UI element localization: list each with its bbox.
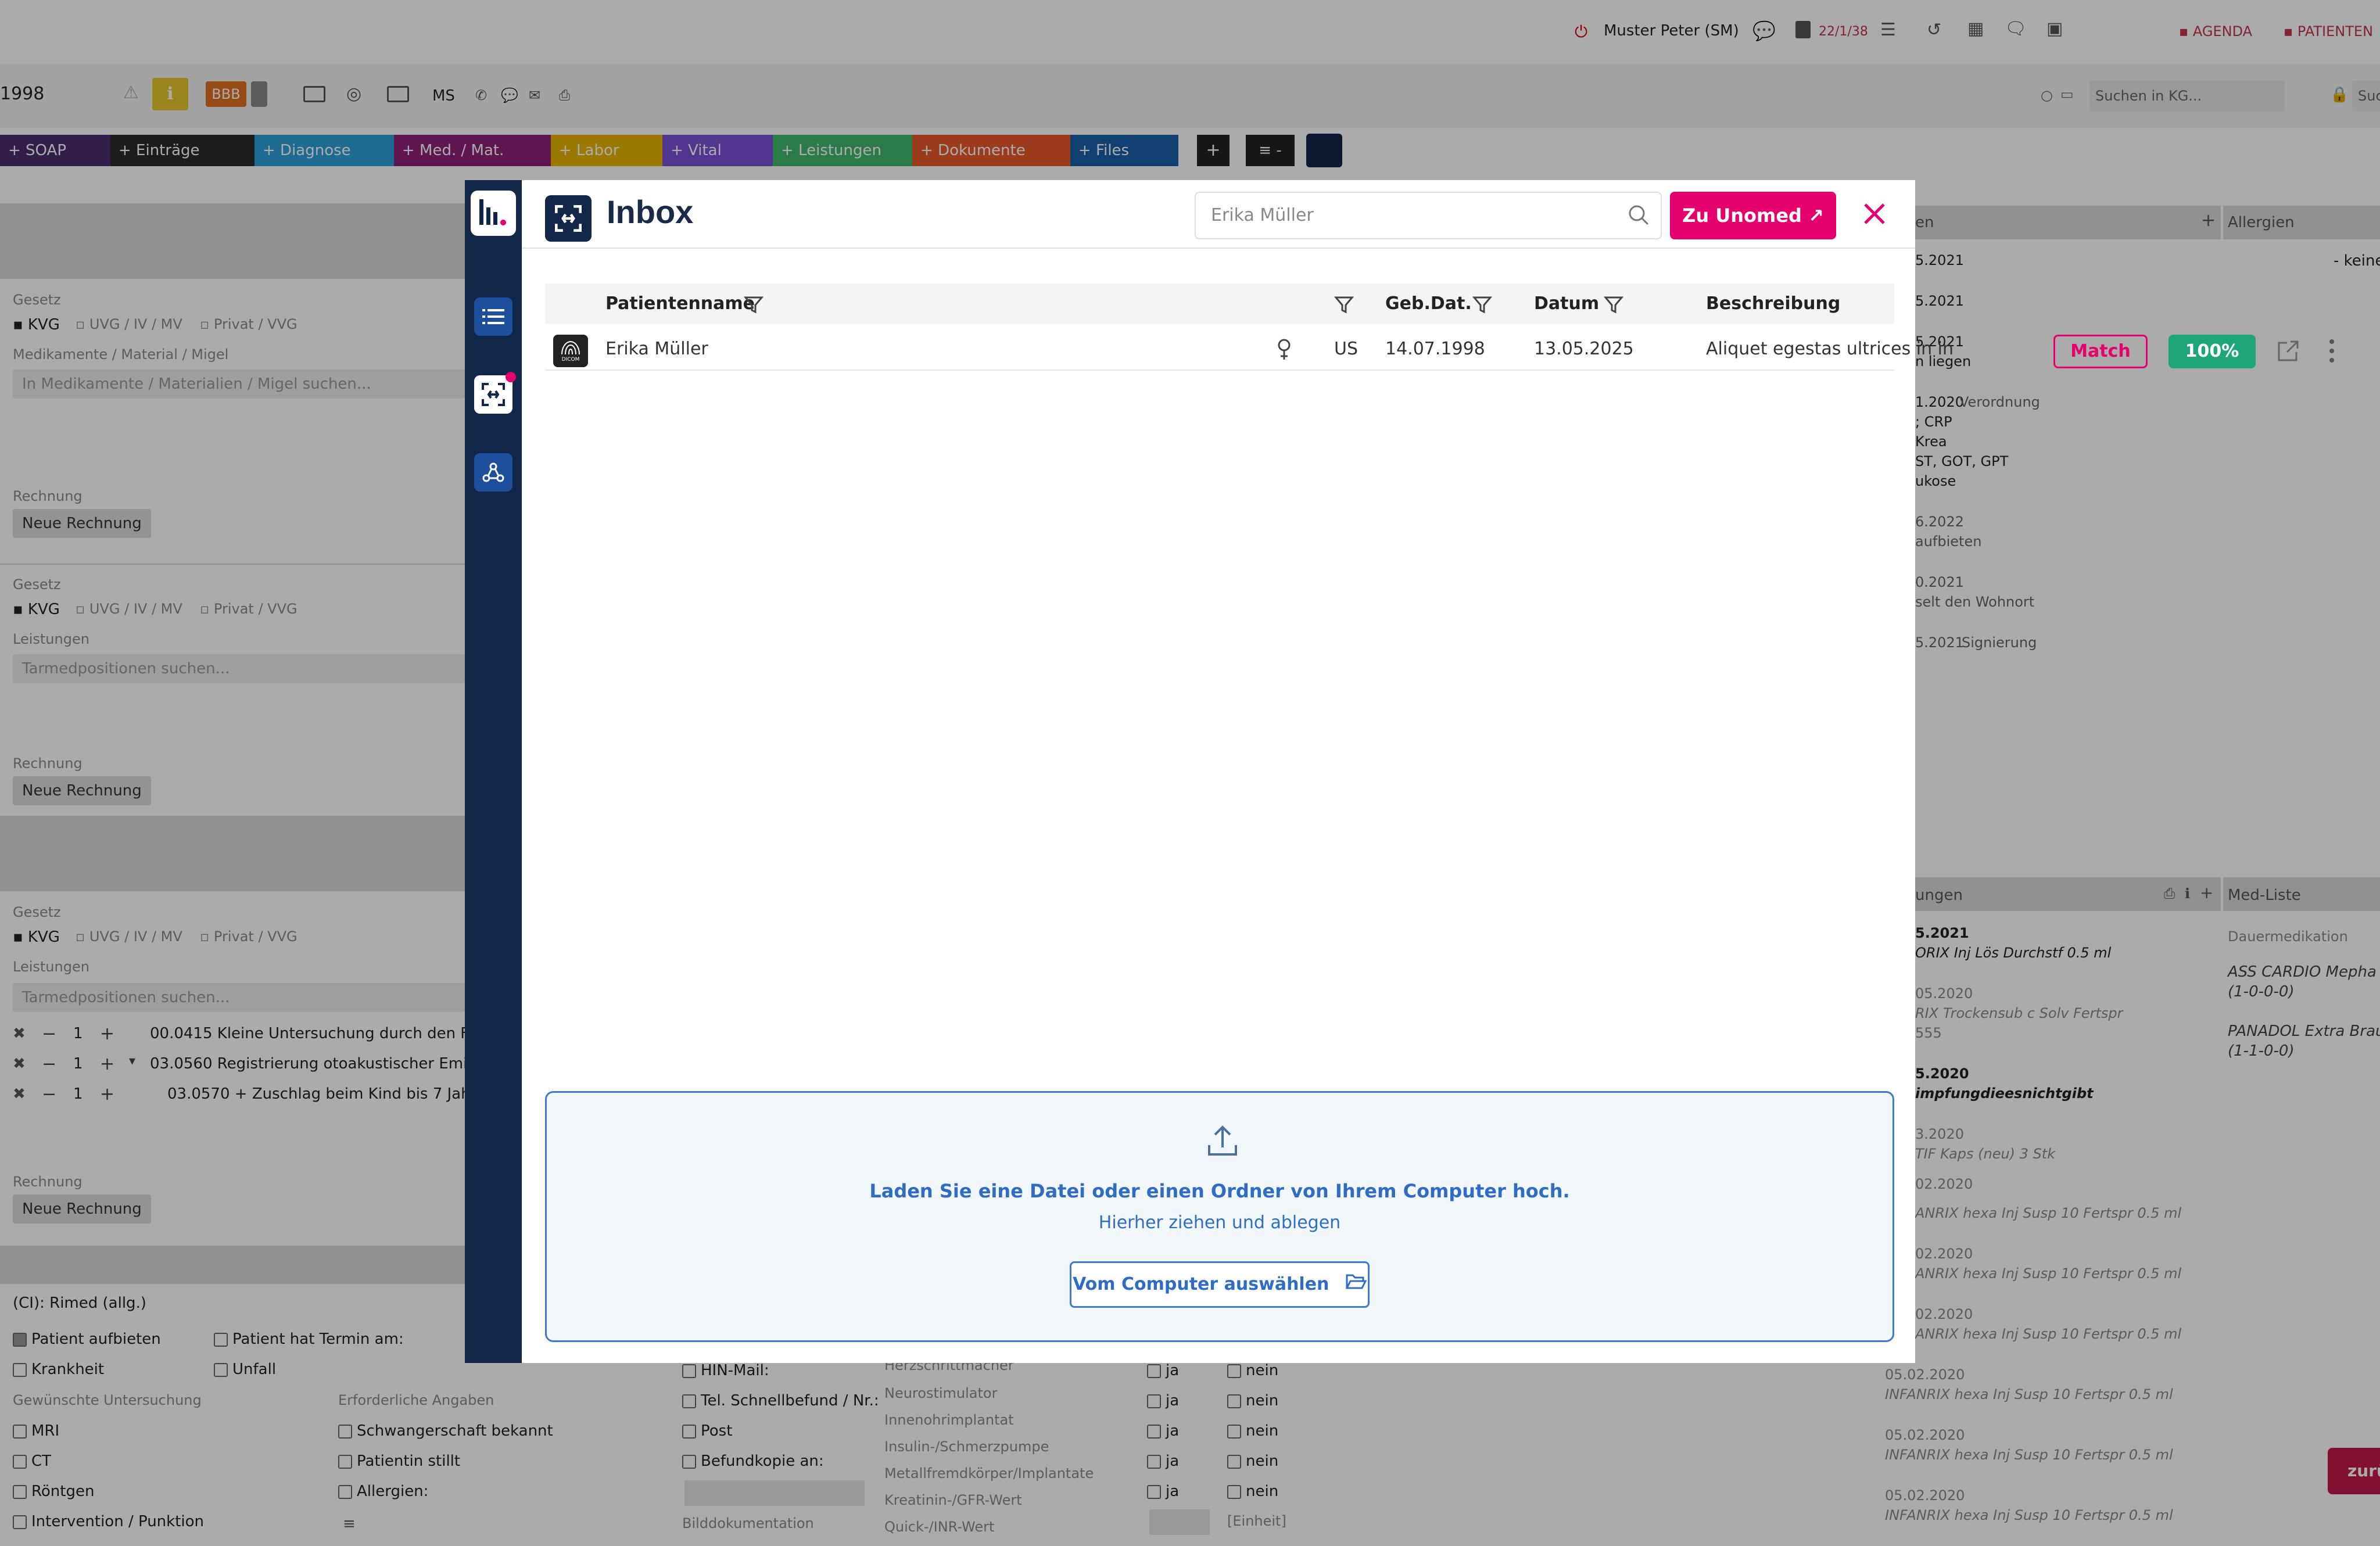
patient-search-input[interactable]: Erika Müller [1195,192,1662,239]
table-row[interactable] [545,329,1894,371]
filter-icon[interactable] [1603,295,1624,317]
inbox-title-icon [545,195,592,242]
inbox-scan-icon[interactable] [474,375,512,414]
row-modality: US [1334,339,1359,359]
list-view-icon[interactable] [474,297,512,336]
zu-unomed-button[interactable]: Zu Unomed ↗ [1670,192,1836,239]
upload-dropzone[interactable]: Laden Sie eine Datei oder einen Ordner v… [545,1091,1894,1342]
notification-dot [506,372,516,382]
row-patient-name: Erika Müller [605,339,708,359]
dicom-label: DICOM [561,357,580,363]
external-arrow-icon: ↗ [1808,205,1824,227]
header-divider [522,247,1915,249]
col-header-gebdat[interactable]: Geb.Dat. [1385,284,1472,324]
upload-title: Laden Sie eine Datei oder einen Ordner v… [869,1180,1570,1202]
more-options-icon[interactable] [2328,338,2336,366]
modal-sidebar [465,180,522,1363]
search-icon[interactable] [1627,203,1650,229]
filter-icon[interactable] [1472,295,1493,317]
match-percent-badge: 100% [2168,335,2256,368]
col-header-patientenname[interactable]: Patientenname [605,284,755,324]
row-datum: 13.05.2025 [1534,339,1634,359]
folder-open-icon [1345,1264,1367,1307]
match-button[interactable]: Match [2053,335,2148,368]
open-external-icon[interactable] [2277,339,2300,365]
close-icon[interactable] [1858,198,1891,232]
dicom-icon: DICOM [553,335,588,367]
app-logo[interactable] [471,191,516,236]
col-header-datum[interactable]: Datum [1534,284,1599,324]
row-gebdat: 14.07.1998 [1385,339,1485,359]
inbox-title: Inbox [607,193,694,230]
female-icon [1276,338,1292,364]
zu-unomed-label: Zu Unomed [1682,205,1802,227]
upload-icon [1207,1124,1238,1159]
choose-file-button[interactable]: Vom Computer auswählen [1070,1261,1370,1308]
choose-file-label: Vom Computer auswählen [1073,1274,1329,1294]
inbox-modal: Inbox Erika Müller Zu Unomed ↗ Patienten… [465,180,2334,1363]
col-header-beschreibung: Beschreibung [1706,293,1841,314]
row-beschreibung: Aliquet egestas ultrices in in [1706,339,1954,359]
filter-icon[interactable] [743,295,764,317]
filter-icon[interactable] [1334,295,1354,317]
upload-subtitle: Hierher ziehen und ablegen [1098,1213,1341,1233]
network-icon[interactable] [474,453,512,492]
